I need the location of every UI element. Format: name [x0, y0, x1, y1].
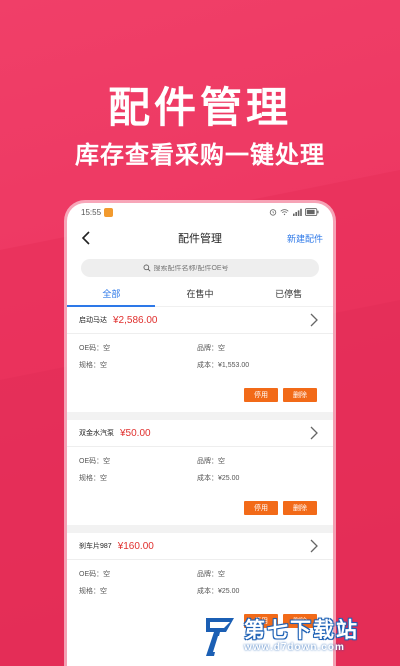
part-oe-code: OE码：空 — [79, 345, 111, 352]
site-logo-icon — [206, 618, 234, 656]
part-spec: 规格：空 — [79, 475, 107, 482]
part-oe-code: OE码：空 — [79, 458, 111, 465]
watermark-url: www.d7down.com — [244, 642, 345, 653]
part-card[interactable]: 启动马达 ¥2,586.00 OE码：空 品牌：空 规格：空 成本：¥1,553… — [67, 307, 333, 412]
part-price: ¥50.00 — [120, 427, 151, 439]
alarm-icon — [269, 209, 277, 216]
app-notification-icon — [104, 207, 114, 217]
signal-icon — [293, 208, 302, 216]
chevron-right-icon[interactable] — [307, 538, 321, 554]
part-oe-code: OE码：空 — [79, 571, 111, 578]
part-cost: 成本：¥25.00 — [197, 475, 240, 482]
part-cost: 成本：¥1,553.00 — [197, 362, 250, 369]
part-card[interactable]: 双金水汽泵 ¥50.00 OE码：空 品牌：空 规格：空 成本：¥25.00 停… — [67, 420, 333, 525]
page-title: 配件管理 — [178, 233, 222, 245]
phone-mockup: 15:55 配件管理 新建配件 全部 在售中 已停售 启动马达 ¥2,586.0 — [67, 203, 333, 666]
hero-title: 配件管理 — [107, 83, 292, 132]
tab-on-sale[interactable]: 在售中 — [156, 285, 245, 306]
part-price: ¥2,586.00 — [113, 314, 158, 326]
tab-discontinued[interactable]: 已停售 — [244, 285, 333, 306]
part-name: 刹车片987 — [79, 543, 112, 550]
part-spec: 规格：空 — [79, 362, 107, 369]
tab-bar: 全部 在售中 已停售 — [67, 285, 333, 307]
part-cost: 成本：¥25.00 — [197, 588, 240, 595]
part-price: ¥160.00 — [117, 540, 154, 552]
search-bar[interactable] — [81, 259, 319, 277]
disable-button[interactable]: 停用 — [244, 501, 278, 515]
status-time: 15:55 — [81, 207, 102, 217]
site-watermark: 第七下载站 www.d7down.com — [200, 612, 396, 664]
chevron-right-icon[interactable] — [307, 312, 321, 328]
search-icon — [143, 264, 150, 272]
back-arrow-icon[interactable] — [79, 230, 95, 246]
new-part-button[interactable]: 新建配件 — [287, 232, 323, 245]
part-brand: 品牌：空 — [197, 571, 225, 578]
nav-bar: 配件管理 新建配件 — [67, 221, 333, 255]
wifi-icon — [280, 209, 289, 216]
tab-all[interactable]: 全部 — [67, 285, 156, 306]
search-input[interactable] — [153, 264, 258, 272]
part-name: 双金水汽泵 — [79, 430, 114, 437]
part-brand: 品牌：空 — [197, 458, 225, 465]
part-name: 启动马达 — [79, 317, 107, 324]
delete-button[interactable]: 删除 — [283, 501, 317, 515]
disable-button[interactable]: 停用 — [244, 388, 278, 402]
parts-list: 启动马达 ¥2,586.00 OE码：空 品牌：空 规格：空 成本：¥1,553… — [67, 307, 333, 638]
part-brand: 品牌：空 — [197, 345, 225, 352]
status-bar: 15:55 — [67, 203, 333, 221]
hero-subtitle: 库存查看采购一键处理 — [75, 141, 325, 169]
part-spec: 规格：空 — [79, 588, 107, 595]
chevron-right-icon[interactable] — [307, 425, 321, 441]
battery-icon — [305, 208, 319, 216]
watermark-brand: 第七下载站 — [244, 618, 359, 642]
delete-button[interactable]: 删除 — [283, 388, 317, 402]
